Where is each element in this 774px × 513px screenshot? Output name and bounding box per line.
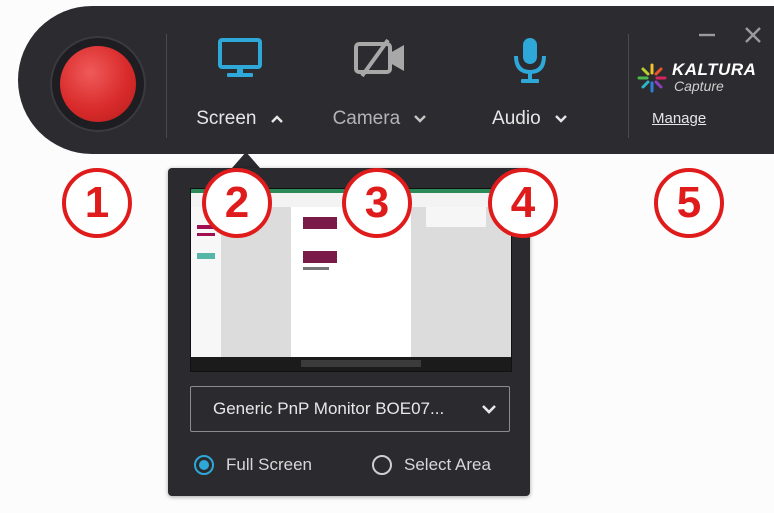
microphone-icon xyxy=(514,38,546,83)
popover-caret xyxy=(232,152,260,168)
monitor-icon xyxy=(218,38,262,77)
full-screen-radio[interactable] xyxy=(194,455,214,475)
kaltura-logo: KALTURA Capture xyxy=(636,60,756,96)
kaltura-burst-icon xyxy=(637,63,667,93)
manage-link[interactable]: Manage xyxy=(652,110,706,127)
toolbar-divider xyxy=(166,34,167,138)
toolbar-divider xyxy=(628,34,629,138)
record-button[interactable] xyxy=(60,46,136,122)
monitor-select-value: Generic PnP Monitor BOE07... xyxy=(213,399,445,418)
screen-tool-label: Screen xyxy=(196,108,257,129)
select-area-radio[interactable] xyxy=(372,455,392,475)
brand-name: KALTURA xyxy=(672,60,757,79)
chevron-down-icon xyxy=(555,115,567,123)
callout-1: 1 xyxy=(62,168,132,238)
camera-tool-button[interactable]: Camera xyxy=(320,36,440,136)
callout-3: 3 xyxy=(342,168,412,238)
chevron-down-icon xyxy=(482,405,496,414)
audio-tool-button[interactable]: Audio xyxy=(470,36,590,136)
chevron-up-icon xyxy=(270,115,283,123)
product-name: Capture xyxy=(674,78,724,94)
camera-off-icon xyxy=(354,38,404,78)
select-area-label: Select Area xyxy=(404,455,491,474)
callout-4: 4 xyxy=(488,168,558,238)
capture-toolbar: Screen Camera Audio KALTURA Capture Mana… xyxy=(18,6,774,154)
screen-tool-button[interactable]: Screen xyxy=(180,36,300,136)
full-screen-label: Full Screen xyxy=(226,455,312,474)
minimize-icon[interactable] xyxy=(698,26,716,44)
audio-tool-label: Audio xyxy=(492,108,541,129)
monitor-select[interactable]: Generic PnP Monitor BOE07... xyxy=(190,386,510,432)
chevron-down-icon xyxy=(414,115,427,123)
callout-2: 2 xyxy=(202,168,272,238)
close-icon[interactable] xyxy=(744,26,762,44)
camera-tool-label: Camera xyxy=(332,108,401,129)
record-button-ring xyxy=(50,36,146,132)
callout-5: 5 xyxy=(654,168,724,238)
